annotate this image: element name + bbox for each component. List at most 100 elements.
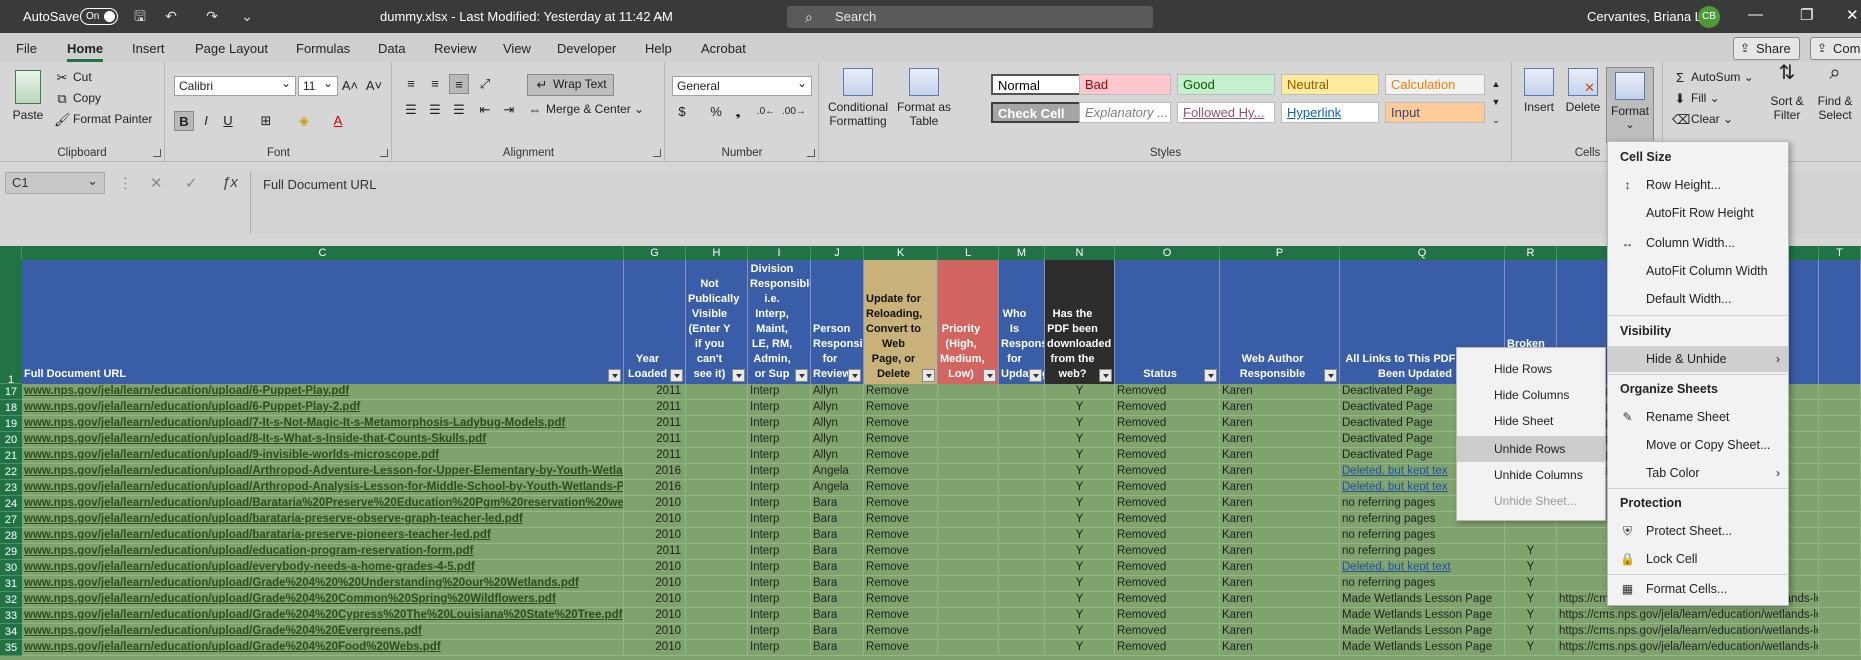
cell-r[interactable]: Y: [1505, 592, 1557, 607]
cell-t[interactable]: [1819, 576, 1861, 591]
tab-file[interactable]: File: [16, 41, 37, 56]
increase-decimal-icon[interactable]: .0←: [756, 102, 776, 122]
cell-o[interactable]: Removed: [1115, 384, 1220, 399]
cell-c[interactable]: www.nps.gov/jela/learn/education/upload/…: [22, 624, 624, 639]
cell-t[interactable]: [1819, 592, 1861, 607]
cell-r[interactable]: Y: [1505, 624, 1557, 639]
cell-g[interactable]: 2011: [624, 432, 686, 447]
cell-m[interactable]: [999, 432, 1045, 447]
cell-j[interactable]: Allyn: [811, 416, 864, 431]
row-number[interactable]: 17: [0, 384, 22, 400]
cell-h[interactable]: [686, 528, 748, 543]
close-icon[interactable]: ✕: [1846, 6, 1859, 24]
cell-g[interactable]: 2010: [624, 560, 686, 575]
number-launcher-icon[interactable]: [807, 149, 815, 157]
cell-g[interactable]: 2016: [624, 464, 686, 479]
underline-button[interactable]: U: [218, 111, 238, 131]
cell-n[interactable]: Y: [1045, 464, 1115, 479]
cell-k[interactable]: Remove: [864, 400, 938, 415]
cell-r[interactable]: Y: [1505, 560, 1557, 575]
cell-m[interactable]: [999, 464, 1045, 479]
font-launcher-icon[interactable]: [380, 149, 388, 157]
cell-t[interactable]: [1819, 512, 1861, 527]
header-cell[interactable]: Not Publically Visible (Enter Y if you c…: [686, 260, 748, 384]
cell-h[interactable]: [686, 608, 748, 623]
cell-o[interactable]: Removed: [1115, 512, 1220, 527]
cell-l[interactable]: [938, 560, 999, 575]
cell-o[interactable]: Removed: [1115, 496, 1220, 511]
cell-q[interactable]: Deleted, but kept text: [1340, 560, 1505, 575]
cell-c[interactable]: www.nps.gov/jela/learn/education/upload/…: [22, 608, 624, 623]
cell-c[interactable]: www.nps.gov/jela/learn/education/upload/…: [22, 480, 624, 495]
column-header[interactable]: H: [686, 246, 748, 260]
insert-cells-button[interactable]: Insert: [1519, 68, 1559, 114]
cell-o[interactable]: Removed: [1115, 544, 1220, 559]
cell-k[interactable]: Remove: [864, 560, 938, 575]
cell-l[interactable]: [938, 592, 999, 607]
column-header[interactable]: P: [1220, 246, 1340, 260]
cell-j[interactable]: Bara: [811, 640, 864, 655]
cell-k[interactable]: Remove: [864, 432, 938, 447]
insert-function-icon[interactable]: ƒx: [222, 174, 238, 191]
row-number[interactable]: 18: [0, 400, 22, 416]
cell-h[interactable]: [686, 592, 748, 607]
align-center-icon[interactable]: ☰: [425, 100, 445, 120]
cell-m[interactable]: [999, 576, 1045, 591]
decrease-indent-icon[interactable]: ⇤: [475, 100, 495, 120]
cell-style-swatch[interactable]: Calculation: [1385, 74, 1485, 95]
cell-s[interactable]: https://cms.nps.gov/jela/learn/education…: [1557, 640, 1819, 655]
font-size-combo[interactable]: 11: [298, 74, 338, 96]
align-top-icon[interactable]: ≡: [401, 74, 421, 94]
cell-style-swatch[interactable]: Neutral: [1281, 74, 1379, 95]
cell-q[interactable]: no referring pages: [1340, 544, 1505, 559]
cell-i[interactable]: Interp: [748, 480, 811, 495]
cell-n[interactable]: Y: [1045, 448, 1115, 463]
cell-g[interactable]: 2010: [624, 512, 686, 527]
cell-h[interactable]: [686, 640, 748, 655]
lock-cell-item[interactable]: 🔒 Lock Cell: [1608, 546, 1788, 572]
cell-t[interactable]: [1819, 448, 1861, 463]
cell-m[interactable]: [999, 384, 1045, 399]
row-number[interactable]: 30: [0, 560, 22, 576]
column-header[interactable]: K: [864, 246, 938, 260]
cell-g[interactable]: 2010: [624, 592, 686, 607]
merge-center-button[interactable]: ⇔ Merge & Center ⌄: [527, 102, 645, 118]
cell-p[interactable]: Karen: [1220, 544, 1340, 559]
filter-dropdown-icon[interactable]: [1324, 369, 1337, 382]
select-all-corner[interactable]: [0, 246, 22, 260]
unhide-rows-item[interactable]: Unhide Rows: [1457, 436, 1605, 462]
protect-sheet-item[interactable]: ⛨ Protect Sheet...: [1608, 518, 1788, 544]
row-number[interactable]: 24: [0, 496, 22, 512]
cell-j[interactable]: Bara: [811, 512, 864, 527]
tab-home[interactable]: Home: [67, 41, 104, 62]
cell-c[interactable]: www.nps.gov/jela/learn/education/upload/…: [22, 592, 624, 607]
cell-j[interactable]: Bara: [811, 528, 864, 543]
autofit-column-width-item[interactable]: AutoFit Column Width: [1608, 258, 1788, 284]
row-number[interactable]: 28: [0, 528, 22, 544]
cell-q[interactable]: Made Wetlands Lesson Page: [1340, 624, 1505, 639]
cell-j[interactable]: Angela: [811, 464, 864, 479]
cell-r[interactable]: Y: [1505, 544, 1557, 559]
cell-m[interactable]: [999, 416, 1045, 431]
header-cell[interactable]: Priority (High, Medium, Low): [938, 260, 999, 384]
row-number[interactable]: 22: [0, 464, 22, 480]
cell-g[interactable]: 2011: [624, 544, 686, 559]
cell-p[interactable]: Karen: [1220, 624, 1340, 639]
cell-n[interactable]: Y: [1045, 512, 1115, 527]
cell-h[interactable]: [686, 576, 748, 591]
cell-g[interactable]: 2011: [624, 384, 686, 399]
filter-dropdown-icon[interactable]: [608, 369, 621, 382]
cell-i[interactable]: Interp: [748, 544, 811, 559]
alignment-launcher-icon[interactable]: [653, 149, 661, 157]
cell-j[interactable]: Bara: [811, 560, 864, 575]
cell-i[interactable]: Interp: [748, 432, 811, 447]
cell-k[interactable]: Remove: [864, 496, 938, 511]
cell-i[interactable]: Interp: [748, 640, 811, 655]
number-format-combo[interactable]: General: [672, 74, 812, 96]
filter-dropdown-icon[interactable]: [983, 369, 996, 382]
cell-g[interactable]: 2010: [624, 576, 686, 591]
share-button[interactable]: Share: [1733, 37, 1800, 60]
cell-o[interactable]: Removed: [1115, 528, 1220, 543]
align-right-icon[interactable]: ☰: [449, 100, 469, 120]
cell-c[interactable]: www.nps.gov/jela/learn/education/upload/…: [22, 384, 624, 399]
